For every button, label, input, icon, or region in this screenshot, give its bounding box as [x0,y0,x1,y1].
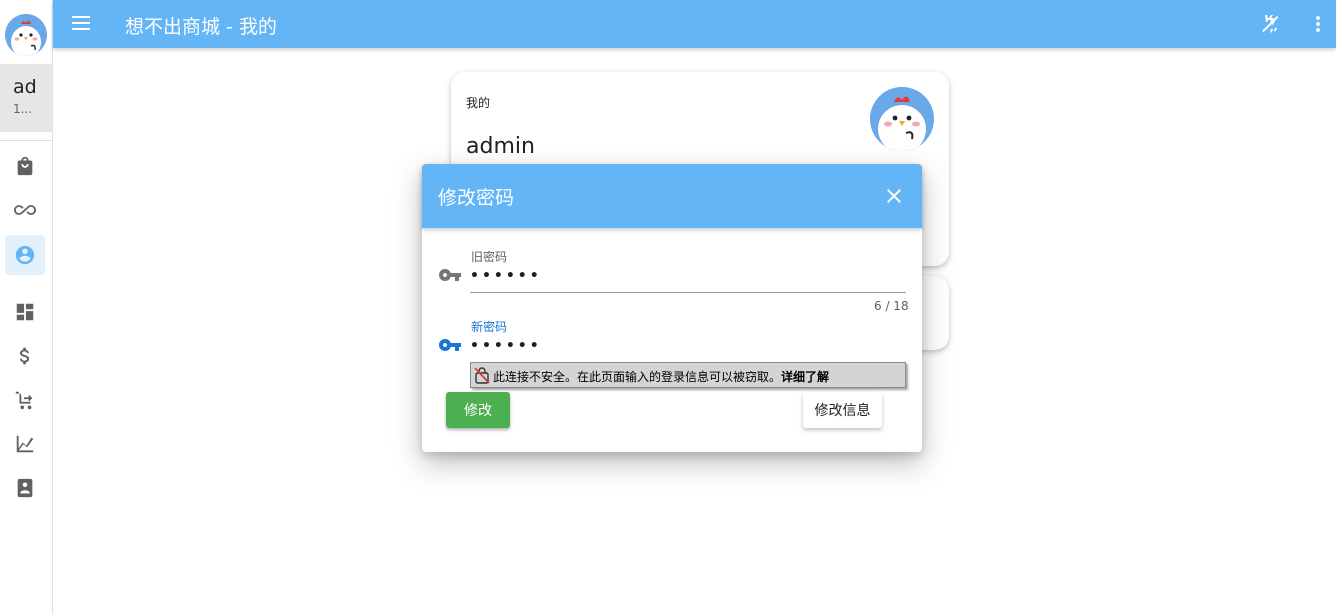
new-password-label: 新密码 [471,320,508,334]
profile-card-label: 我的 [466,96,491,110]
dashboard-icon [16,303,34,321]
old-password-input[interactable] [470,264,905,288]
sidebar-item-shop[interactable] [5,146,45,186]
app-bar: 想不出商城 - 我的 [53,0,1336,48]
dialog-header: 修改密码 [422,164,922,228]
account-circle-icon [15,245,35,265]
sidebar-user-name: ad [13,76,37,98]
new-password-input[interactable] [470,334,905,358]
dollar-icon [19,347,30,365]
avatar[interactable] [870,87,934,151]
app-logo-avatar[interactable] [5,14,47,56]
sidebar-divider [0,140,52,141]
old-password-underline [470,292,906,293]
old-password-counter: 6 / 18 [874,299,909,313]
submit-button[interactable]: 修改 [446,392,510,428]
sidebar-item-orders[interactable] [5,380,45,420]
page-title: 想不出商城 - 我的 [125,16,277,38]
sidebar-item-contacts[interactable] [5,468,45,508]
close-icon[interactable] [882,184,906,208]
warning-text: 此连接不安全。在此页面输入的登录信息可以被窃取。 [493,370,782,384]
sidebar-user-sub: 1... [13,102,33,116]
learn-more-link[interactable]: 详细了解 [781,370,829,384]
more-vertical-icon[interactable] [1306,12,1330,36]
image-off-icon[interactable] [1258,12,1282,36]
sidebar-user[interactable]: ad 1... [0,64,52,132]
sidebar-item-dashboard[interactable] [5,292,45,332]
chart-icon [16,435,34,453]
dialog-title: 修改密码 [438,187,515,209]
cart-arrow-icon [15,391,33,410]
menu-icon[interactable] [69,12,93,36]
sidebar-item-mine[interactable] [5,235,45,275]
sidebar-item-finance[interactable] [5,336,45,376]
change-password-dialog: 修改密码 旧密码 6 / 18 新密码 此连接不安全。在此页面输入的登录信息可以… [422,164,922,452]
sidebar-item-infinity[interactable] [5,190,45,230]
key-icon [438,333,462,357]
sidebar: ad 1... [0,0,53,614]
infinity-icon [14,205,36,215]
shopping-bag-icon [17,156,33,176]
insecure-lock-icon [474,366,490,384]
profile-name: admin [466,134,535,159]
sidebar-item-stats[interactable] [5,424,45,464]
key-icon [438,263,462,287]
insecure-login-warning: 此连接不安全。在此页面输入的登录信息可以被窃取。详细了解 [470,362,906,388]
old-password-label: 旧密码 [471,250,508,264]
contact-book-icon [17,478,33,498]
edit-info-button[interactable]: 修改信息 [803,392,882,428]
